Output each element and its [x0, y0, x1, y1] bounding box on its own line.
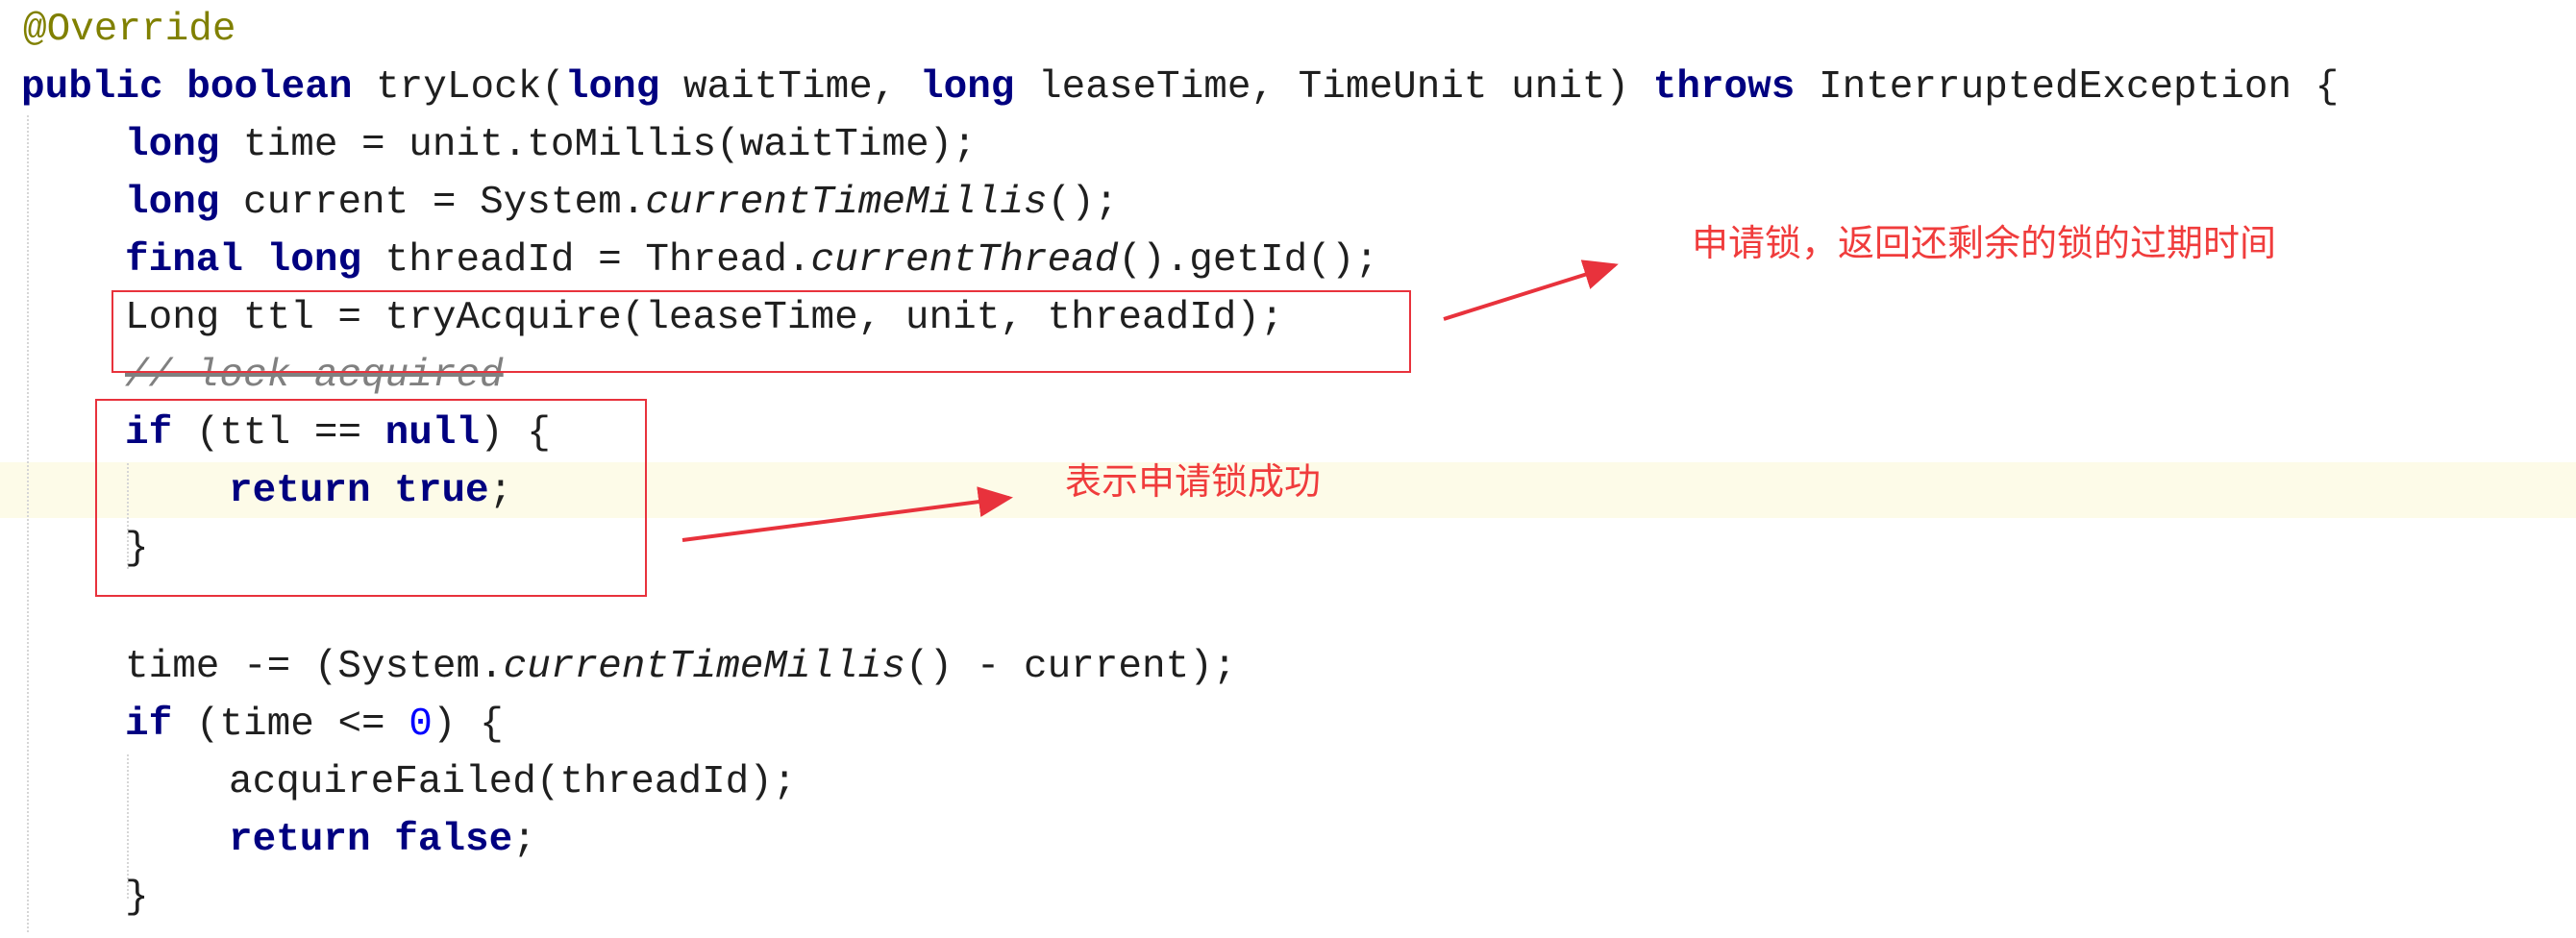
code-editor[interactable]: @Override public boolean tryLock(long wa…: [0, 0, 2576, 938]
annotation-note-success: 表示申请锁成功: [1065, 460, 1322, 503]
arrow-to-note2: [681, 486, 1013, 542]
annotation-note-ttl: 申请锁，返回还剩余的锁的过期时间: [1692, 222, 2277, 264]
arrow-to-note1: [1443, 259, 1619, 321]
